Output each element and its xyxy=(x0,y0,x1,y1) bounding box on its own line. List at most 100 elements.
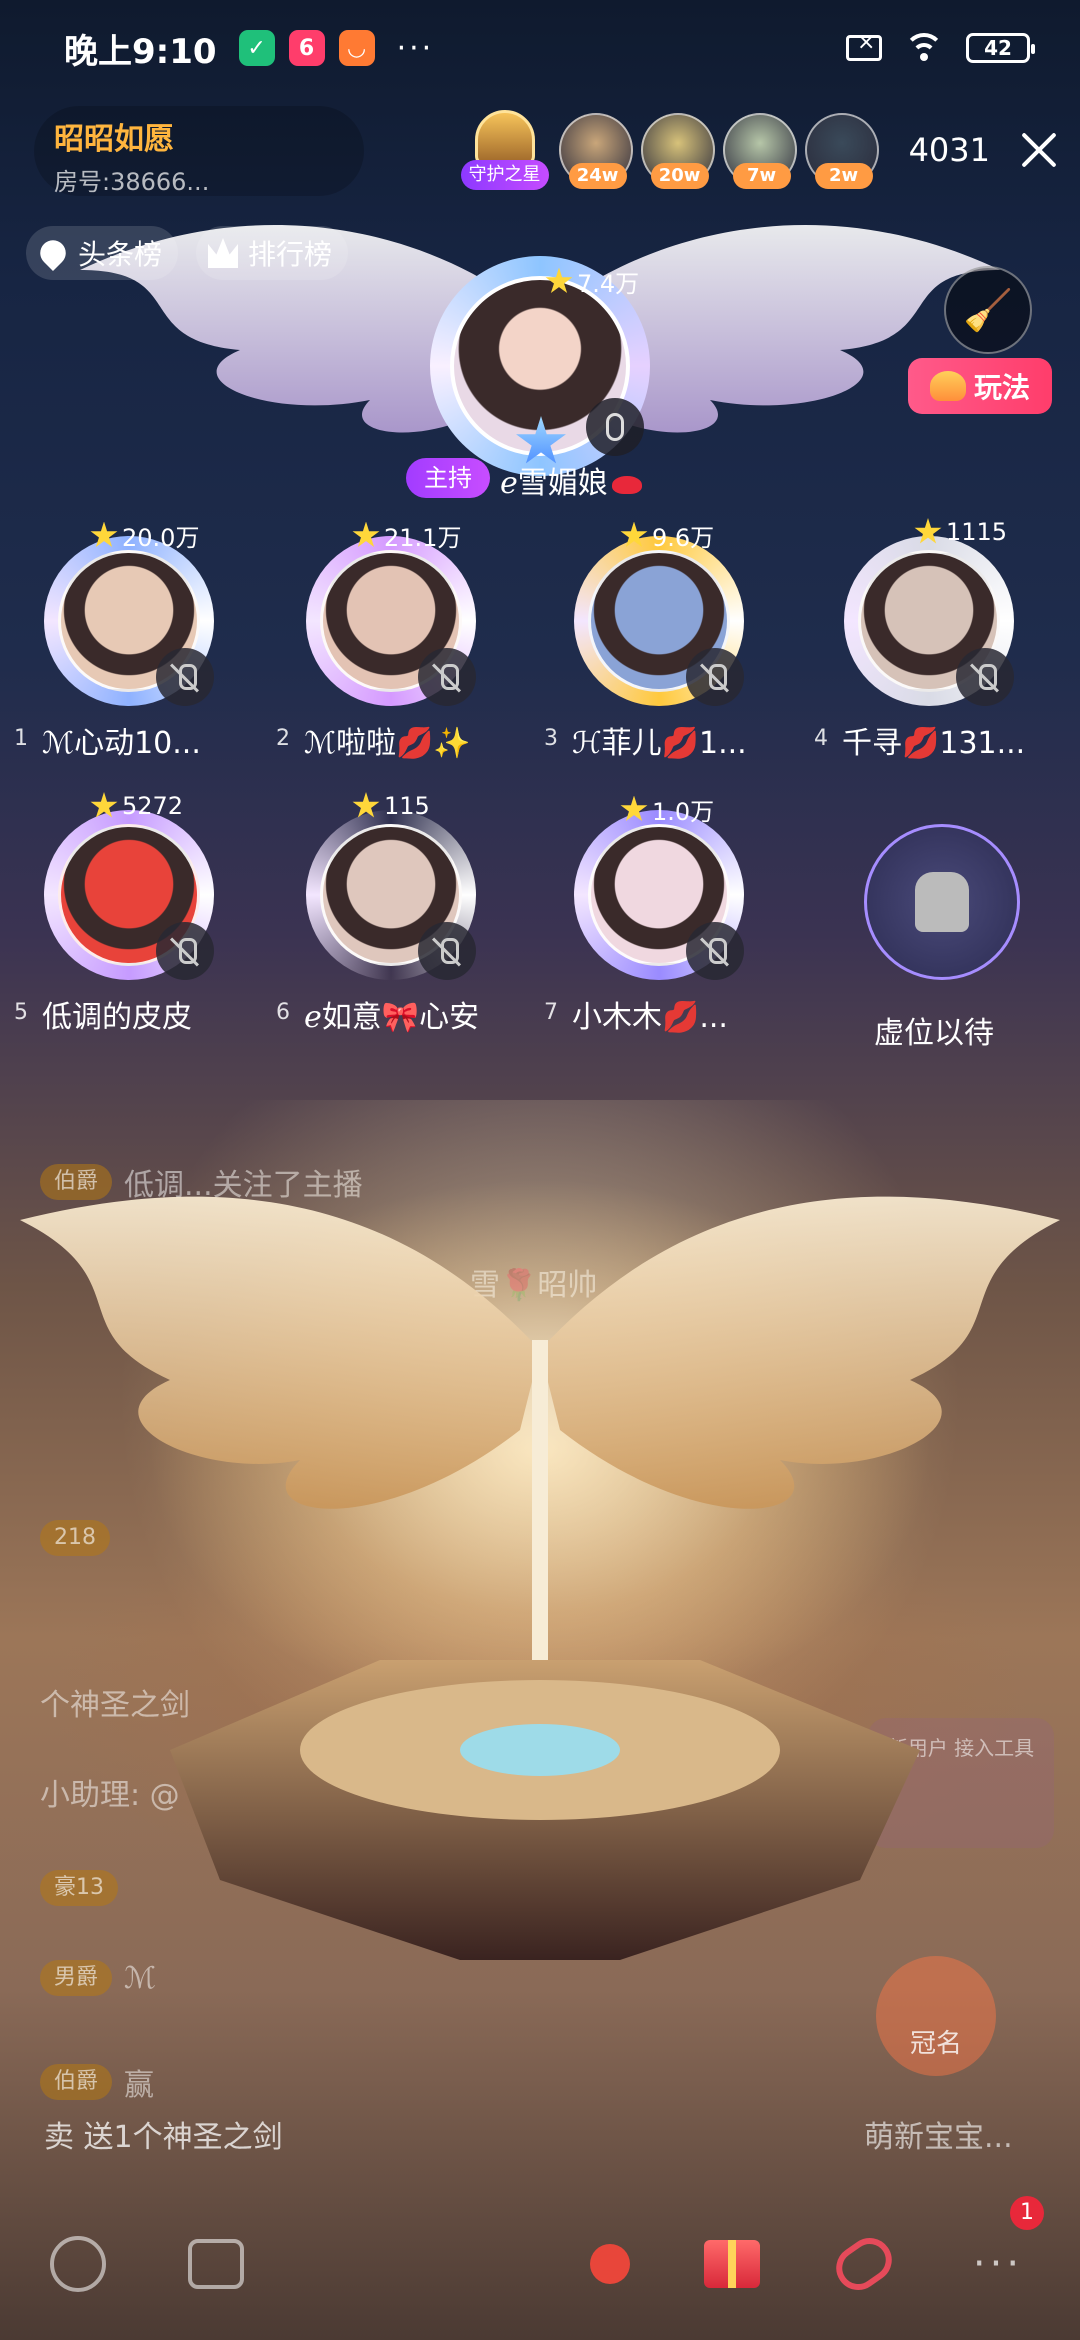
host-tag: 主持 xyxy=(406,458,490,498)
gift-button[interactable] xyxy=(694,2226,770,2302)
mic-seat[interactable]: 115 6 ℯ如意🎀心安 xyxy=(276,786,496,1046)
seat-score: 5272 xyxy=(90,792,183,820)
chair-icon xyxy=(915,872,969,932)
message-button[interactable] xyxy=(178,2226,254,2302)
gift-icon xyxy=(704,2240,760,2288)
mic-muted-icon xyxy=(418,922,476,980)
wifi-icon xyxy=(904,33,944,63)
ranking-board-label: 排行榜 xyxy=(248,238,333,271)
chat-message[interactable]: 伯爵 低调...关注了主播 xyxy=(40,1160,363,1204)
viewer-count[interactable]: 4031 xyxy=(909,131,990,169)
chat-input-button[interactable] xyxy=(40,2226,116,2302)
star-icon xyxy=(914,518,942,544)
chat-text: 低调...关注了主播 xyxy=(124,1168,363,1203)
seat-nickname: ℯ如意🎀心安 xyxy=(304,1000,480,1035)
viewer-avatar[interactable]: 2w xyxy=(804,113,879,189)
chat-text: 雪🌹昭帅 xyxy=(470,1268,598,1303)
chat-message[interactable]: 小助理: @ xyxy=(40,1770,180,1814)
ranking-board-button[interactable]: 排行榜 xyxy=(196,226,349,280)
user-level-badge: 218 xyxy=(40,1520,110,1556)
seat-number: 5 xyxy=(14,1000,28,1025)
more-badge: 1 xyxy=(1010,2196,1044,2230)
clean-screen-button[interactable]: 🧹 xyxy=(944,266,1032,354)
user-level-badge: 伯爵 xyxy=(40,2064,113,2100)
gift-message: 卖 送1个神圣之剑 xyxy=(44,2120,283,2155)
chat-text: ℳ xyxy=(124,1960,157,1996)
seat-nickname: ℳ心动10... xyxy=(42,726,201,761)
close-icon[interactable] xyxy=(1018,129,1060,171)
seat-score: 1115 xyxy=(914,518,1007,546)
chat-message[interactable]: 男爵 ℳ xyxy=(40,1960,156,1996)
seat-number: 4 xyxy=(814,726,828,751)
seat-score-value: 115 xyxy=(384,792,430,820)
seat-score: 9.6万 xyxy=(620,518,714,553)
guard-star-badge[interactable]: 守护之星 xyxy=(460,110,549,190)
room-id: 房号:38666... xyxy=(54,168,210,196)
seat-score: 115 xyxy=(352,792,430,820)
mic-seat[interactable]: 1.0万 7 小木木💋... xyxy=(544,786,764,1046)
game-button[interactable] xyxy=(572,2226,648,2302)
joystick-icon xyxy=(590,2244,630,2284)
mic-seat[interactable]: 5272 5 低调的皮皮 xyxy=(14,786,234,1046)
star-icon xyxy=(352,521,380,547)
host-score: 7.4万 xyxy=(545,264,639,299)
crown-naming-button[interactable]: 冠名 xyxy=(876,1956,996,2076)
play-label: 玩法 xyxy=(973,371,1030,404)
status-time: 晚上9:10 xyxy=(64,31,217,72)
mic-seat[interactable]: 20.0万 1 ℳ心动10... xyxy=(14,512,234,772)
microphone-icon xyxy=(586,398,644,456)
mic-seat[interactable]: 21.1万 2 ℳ啦啦💋✨ xyxy=(276,512,496,772)
host-name: ℯ雪媚娘 xyxy=(500,458,642,502)
flame-icon xyxy=(34,234,72,272)
chat-message[interactable]: 雪🌹昭帅 xyxy=(470,1260,597,1304)
link-mic-button[interactable] xyxy=(826,2226,902,2302)
seat-number: 2 xyxy=(276,726,290,751)
viewer-avatar[interactable]: 24w xyxy=(558,113,633,189)
seat-nickname: 小木木💋... xyxy=(572,1000,728,1035)
mic-muted-icon xyxy=(156,648,214,706)
mic-muted-icon xyxy=(956,648,1014,706)
star-icon xyxy=(620,521,648,547)
link-icon xyxy=(827,2229,901,2299)
guard-label: 守护之星 xyxy=(460,160,549,190)
seat-score-value: 1.0万 xyxy=(652,798,715,826)
seat-score: 1.0万 xyxy=(620,792,714,827)
seat-score: 21.1万 xyxy=(352,518,461,553)
mic-muted-icon xyxy=(686,922,744,980)
top-right-panel: 守护之星 24w 20w 7w 2w 4031 xyxy=(460,110,1060,190)
seat-nickname: 千寻💋131... xyxy=(842,726,1026,761)
viewer-avatar[interactable]: 7w xyxy=(722,113,797,189)
mic-muted-icon xyxy=(686,648,744,706)
seat-nickname: ℋ菲儿💋1... xyxy=(572,726,747,761)
play-button[interactable]: 玩法 xyxy=(908,358,1052,414)
empty-seat[interactable] xyxy=(864,824,1020,980)
room-info[interactable]: 昭昭如愿 房号:38666... xyxy=(34,106,364,196)
mic-seat[interactable]: 1115 4 千寻💋131... xyxy=(814,512,1034,772)
corner-username: 萌新宝宝... xyxy=(864,2120,1013,2155)
six-app-icon: 6 xyxy=(288,30,325,66)
empty-seat-label: 虚位以待 xyxy=(874,1016,994,1051)
more-button[interactable]: ··· xyxy=(960,2226,1036,2302)
activity-card[interactable]: 新用户 接入工具 xyxy=(868,1718,1054,1848)
seat-score-value: 21.1万 xyxy=(384,524,462,552)
bottom-bar: ··· xyxy=(0,2214,1080,2314)
mic-seat[interactable]: 9.6万 3 ℋ菲儿💋1... xyxy=(544,512,764,772)
seat-score-value: 20.0万 xyxy=(122,524,200,552)
chat-message[interactable]: 伯爵赢 xyxy=(40,2060,154,2104)
mic-muted-icon xyxy=(418,648,476,706)
seat-score-value: 5272 xyxy=(122,792,184,820)
seat-number: 6 xyxy=(276,1000,290,1025)
broom-icon: 🧹 xyxy=(963,287,1013,334)
viewer-avatar[interactable]: 20w xyxy=(640,113,715,189)
message-icon xyxy=(188,2239,244,2289)
chat-message[interactable]: 个神圣之剑 xyxy=(40,1680,190,1724)
more-notifications-icon: ··· xyxy=(396,30,435,66)
star-icon xyxy=(90,521,118,547)
chat-message[interactable]: 豪13 xyxy=(40,1870,118,1906)
chat-text: 小助理: @ xyxy=(40,1778,180,1813)
chat-message[interactable]: 218 xyxy=(40,1520,110,1556)
seat-score-value: 9.6万 xyxy=(652,524,715,552)
notification-icons: ✓ 6 ◡ xyxy=(238,30,375,66)
headline-board-button[interactable]: 头条榜 xyxy=(26,226,179,280)
star-icon xyxy=(352,792,380,818)
